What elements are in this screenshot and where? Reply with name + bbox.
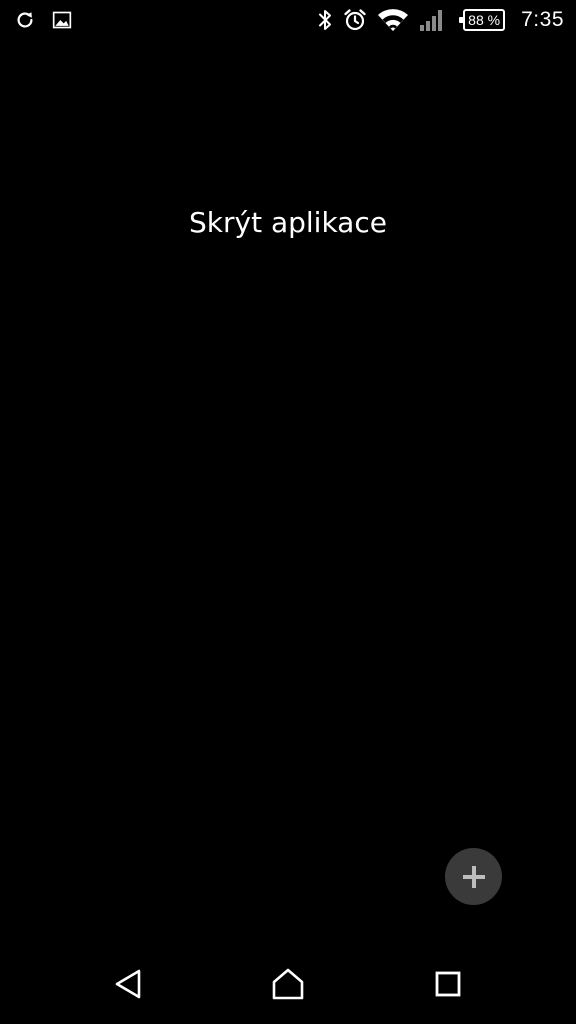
- image-notification-icon: [52, 10, 72, 30]
- bluetooth-icon: [317, 8, 333, 32]
- back-icon: [112, 968, 144, 1000]
- battery-indicator: 88 %: [459, 9, 506, 31]
- add-hidden-app-button[interactable]: [445, 848, 502, 905]
- wifi-icon: [377, 7, 409, 33]
- navigation-bar: [0, 944, 576, 1024]
- status-clock: 7:35: [521, 8, 564, 31]
- home-icon: [271, 967, 305, 1001]
- sync-icon: [14, 9, 36, 31]
- plus-icon: [460, 863, 488, 891]
- alarm-icon: [343, 8, 367, 32]
- screen: 88 % 7:35 Skrýt aplikace: [0, 0, 576, 1024]
- recents-button[interactable]: [428, 964, 468, 1004]
- status-bar-system: 88 % 7:35: [317, 0, 564, 40]
- page-title: Skrýt aplikace: [189, 206, 387, 239]
- recents-icon: [434, 970, 462, 998]
- battery-percentage: 88 %: [468, 12, 501, 28]
- status-bar: 88 % 7:35: [0, 0, 576, 40]
- cell-signal-icon: [419, 8, 445, 32]
- back-button[interactable]: [108, 964, 148, 1004]
- status-bar-notifications: [14, 0, 72, 40]
- home-button[interactable]: [268, 964, 308, 1004]
